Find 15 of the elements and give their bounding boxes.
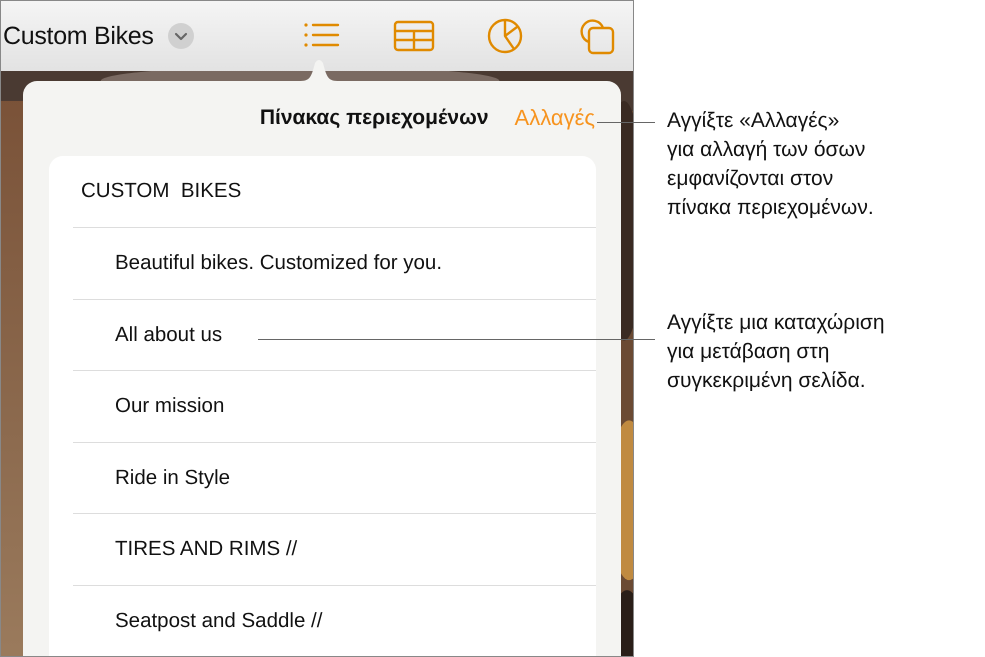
document-title[interactable]: Custom Bikes bbox=[3, 22, 154, 50]
toc-entry[interactable]: TIRES AND RIMS // bbox=[73, 537, 298, 562]
popover-title: Πίνακας περιεχομένων bbox=[260, 106, 489, 130]
leader-line bbox=[597, 122, 655, 123]
toc-entry[interactable]: CUSTOM BIKES bbox=[73, 179, 242, 204]
callout-text: Αγγίξτε «Αλλαγές» για αλλαγή των όσων εμφανίζονται στον πίνακα περιεχομένων. bbox=[667, 108, 875, 221]
chevron-down-icon[interactable] bbox=[168, 23, 194, 49]
pie-chart-icon[interactable] bbox=[487, 18, 523, 54]
callout-text: Αγγίξτε μια καταχώριση για μετάβαση στη συγκεκριμένη σελίδα. bbox=[667, 310, 885, 394]
toc-entry[interactable]: Ride in Style bbox=[73, 466, 230, 490]
toc-entry[interactable]: Seatpost and Saddle // bbox=[73, 608, 322, 633]
toc-entry[interactable]: Our mission bbox=[73, 394, 224, 418]
toc-entry[interactable]: All about us bbox=[73, 322, 222, 347]
table-icon[interactable] bbox=[393, 20, 435, 52]
toc-entry[interactable]: Beautiful bikes. Customized for you. bbox=[73, 251, 442, 276]
